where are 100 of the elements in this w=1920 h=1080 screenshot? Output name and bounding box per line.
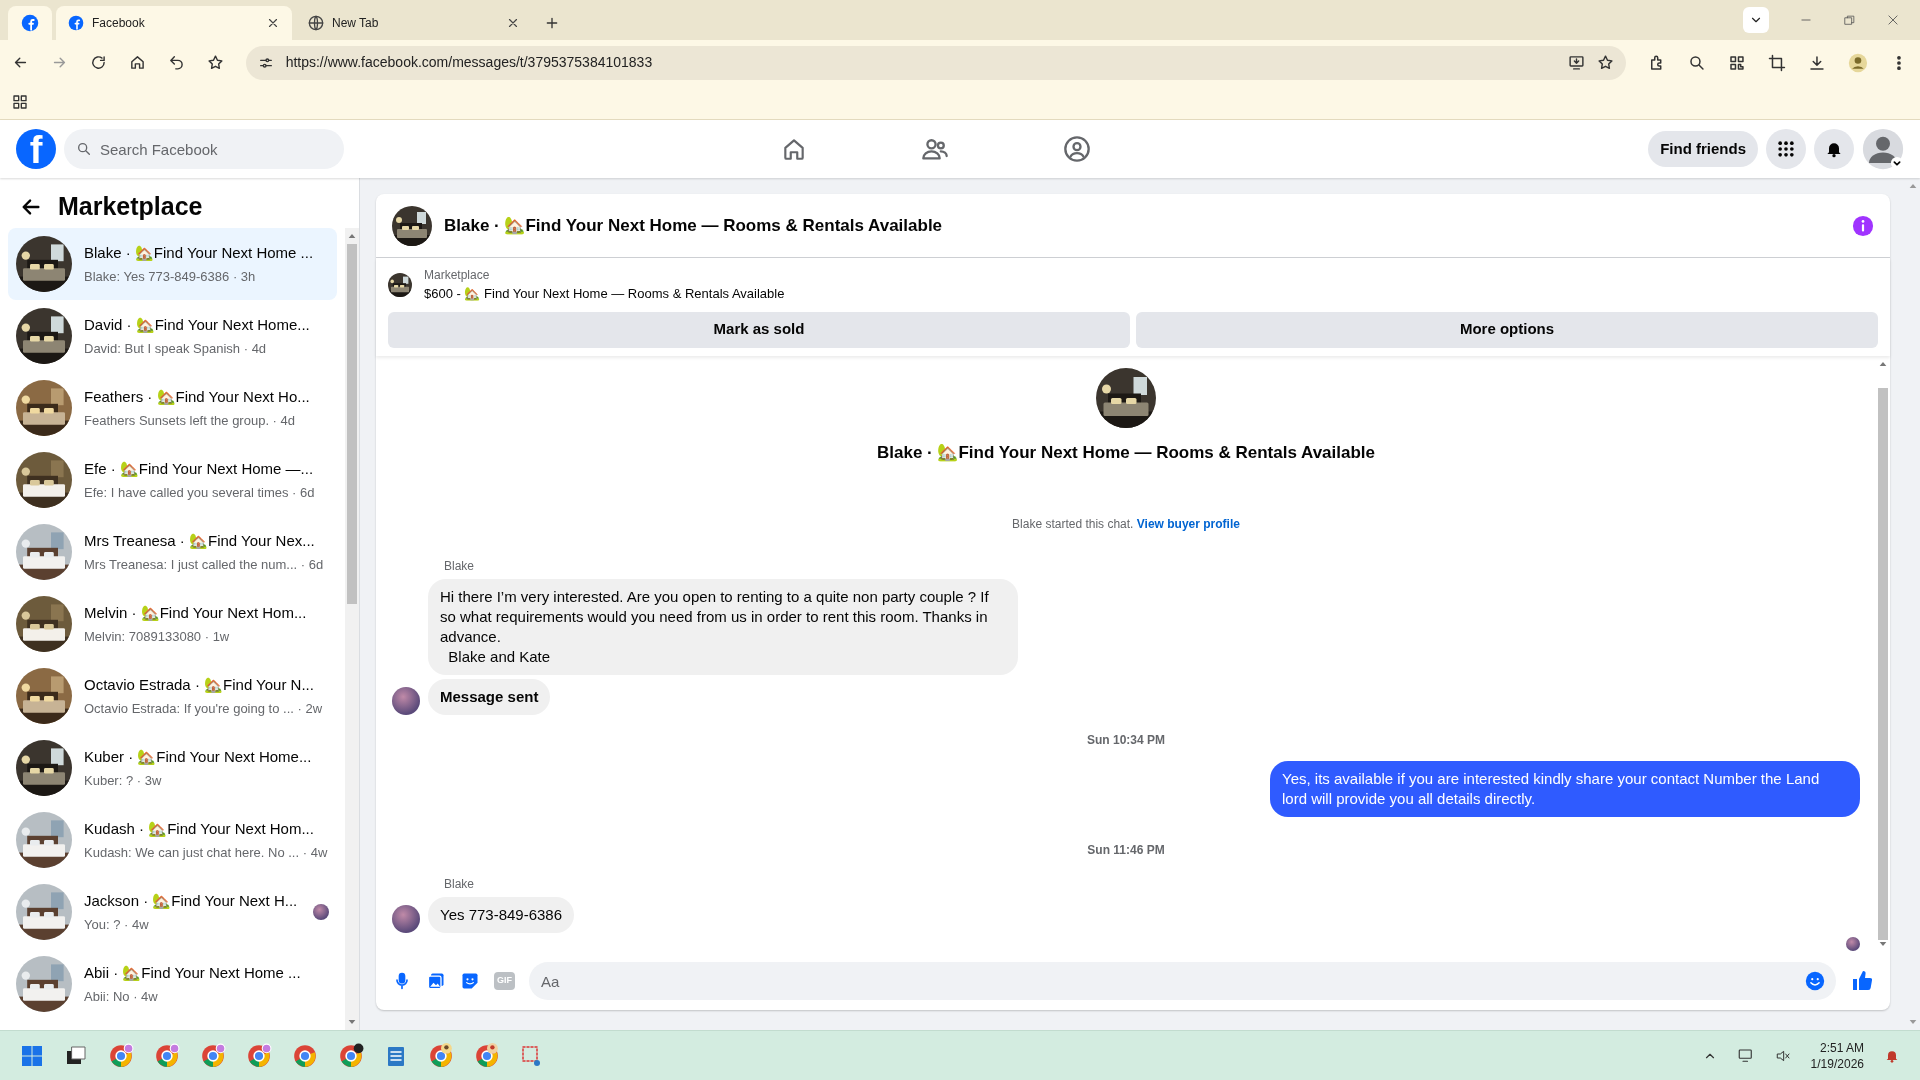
menu-button[interactable] — [1766, 129, 1806, 169]
message-bubble: Yes 773-849-6386 — [428, 897, 575, 933]
message-preview: Kudash: We can just chat here. No ... · 4w — [84, 844, 329, 862]
close-icon[interactable] — [1886, 13, 1900, 27]
undo-icon[interactable] — [167, 54, 185, 71]
emoji-icon[interactable] — [1804, 970, 1826, 992]
conversation-name: Efe · 🏡Find Your Next Home —... — [84, 458, 315, 479]
conversation-name: Blake · 🏡Find Your Next Home ... — [84, 242, 315, 263]
conversation-name: Kuber · 🏡Find Your Next Home... — [84, 746, 313, 767]
clock-time[interactable]: 2:51 AM — [1819, 1039, 1864, 1056]
crop-icon[interactable] — [1768, 53, 1787, 72]
sticker-icon[interactable] — [460, 971, 480, 991]
message-preview: David: But I speak Spanish · 4d — [84, 340, 268, 358]
timestamp: Sun 11:46 PM — [1087, 842, 1165, 859]
scroll-down-icon[interactable] — [348, 1018, 356, 1026]
info-icon[interactable] — [1852, 214, 1874, 237]
conversation-name: Feathers · 🏡Find Your Next Ho... — [84, 386, 311, 407]
find-friends-button[interactable]: Find friends — [1648, 131, 1758, 167]
conversation-item[interactable]: Jackson · 🏡Find Your Next H... You: ? · 4w — [8, 876, 337, 948]
message-input[interactable]: Aa — [529, 962, 1836, 1000]
install-app-icon[interactable] — [1568, 54, 1586, 71]
conversation-name: Octavio Estrada · 🏡Find Your N... — [84, 674, 315, 695]
star-icon[interactable] — [206, 54, 224, 71]
scroll-down-icon[interactable] — [1909, 1018, 1917, 1026]
conversation-item[interactable]: David · 🏡Find Your Next Home... David: But I speak Spanish · 4d — [8, 300, 337, 372]
grid-icon — [1776, 139, 1796, 159]
home-icon[interactable] — [128, 54, 146, 71]
globe-icon — [308, 15, 324, 31]
view-buyer-profile-link[interactable]: View buyer profile — [1136, 517, 1240, 531]
conversation-item[interactable]: Blake · 🏡Find Your Next Home ... Blake: Yes 773-849-6386 · 3h — [8, 228, 337, 300]
apps-icon[interactable] — [12, 94, 28, 110]
conversation-title: Blake · 🏡Find Your Next Home — Rooms & Rentals Available — [444, 214, 944, 237]
message-preview: Octavio Estrada: If you're going to ... · 2w — [84, 700, 324, 718]
facebook-logo[interactable]: f — [16, 129, 56, 169]
search-field[interactable]: Search Facebook — [64, 129, 344, 169]
message-bubble: Yes, its available if you are interested kindly share your contact Number the Land lord will provide you all details directly. — [1270, 761, 1860, 817]
conversation-name: Melvin · 🏡Find Your Next Hom... — [84, 602, 308, 623]
photo-icon[interactable] — [426, 971, 446, 991]
message-preview: Feathers Sunsets left the group. · 4d — [84, 412, 296, 430]
profile-icon[interactable] — [1848, 52, 1869, 73]
thumbs-up-icon[interactable] — [1850, 969, 1874, 993]
message-preview: Blake: Yes 773-849-6386 · 3h — [84, 268, 257, 286]
conversation-name: Jackson · 🏡Find Your Next H... — [84, 890, 299, 911]
close-icon[interactable] — [266, 16, 280, 30]
conversation-item[interactable]: Kudash · 🏡Find Your Next Hom... Kudash: We can just chat here. No ... · 4w — [8, 804, 337, 876]
conversation-item[interactable]: Melvin · 🏡Find Your Next Hom... Melvin: 7089133080 · 1w — [8, 588, 337, 660]
scroll-up-icon[interactable] — [1909, 182, 1917, 190]
browser-tab[interactable]: Facebook — [56, 6, 292, 40]
sender-name: Blake — [444, 876, 476, 893]
message-preview: Abii: No · 4w — [84, 988, 159, 1006]
download-icon[interactable] — [1808, 53, 1827, 72]
scrollbar-thumb[interactable] — [1878, 387, 1888, 940]
conversation-name: Mrs Treanesa · 🏡Find Your Nex... — [84, 530, 316, 551]
sender-name: Blake — [444, 558, 476, 575]
message-preview: You: ? · 4w — [84, 916, 150, 934]
star-icon[interactable] — [1597, 54, 1615, 71]
search-icon — [76, 141, 92, 157]
facebook-icon — [68, 15, 84, 31]
conversation-name: Kudash · 🏡Find Your Next Hom... — [84, 818, 315, 839]
conversation-item[interactable]: Kuber · 🏡Find Your Next Home... Kuber: ? · 3w — [8, 732, 337, 804]
conversation-name: Abii · 🏡Find Your Next Home ... — [84, 962, 302, 983]
scrollbar-thumb[interactable] — [347, 244, 357, 604]
mark-as-sold-button[interactable]: Mark as sold — [388, 311, 1130, 348]
search-icon[interactable] — [1688, 53, 1707, 72]
browser-tab[interactable]: New Tab — [296, 6, 532, 40]
qr-code-icon[interactable] — [1728, 53, 1747, 72]
message-preview: Kuber: ? · 3w — [84, 772, 163, 790]
conversation-name: David · 🏡Find Your Next Home... — [84, 314, 311, 335]
restore-icon[interactable] — [1843, 13, 1856, 27]
network-icon[interactable] — [1736, 1046, 1755, 1065]
close-icon[interactable] — [506, 16, 520, 30]
back-icon[interactable] — [20, 196, 42, 218]
message-bubble: Message sent — [428, 679, 551, 715]
profile-icon[interactable] — [1862, 128, 1904, 170]
chat-notice: Blake started this chat. View buyer profile — [1011, 516, 1241, 533]
notifications-button[interactable] — [1814, 129, 1854, 169]
clock-date[interactable]: 1/19/2026 — [1810, 1055, 1864, 1072]
message-preview: Melvin: 7089133080 · 1w — [84, 628, 231, 646]
timestamp: Sun 10:34 PM — [1087, 732, 1165, 749]
message-bubble: Hi there I’m very interested. Are you open to renting to a quite non party couple ? If so what requirements would you need from us in order to rent this room. Thanks in advance. Blake and Kate — [428, 579, 1018, 675]
facebook-icon[interactable] — [21, 14, 39, 32]
conversation-item[interactable]: Feathers · 🏡Find Your Next Ho... Feathers Sunsets left the group. · 4d — [8, 372, 337, 444]
conversation-item[interactable]: Abii · 🏡Find Your Next Home ... Abii: No · 4w — [8, 948, 337, 1020]
url-text: https://www.facebook.com/messages/t/3795375384101833 — [285, 53, 654, 72]
listing-detail[interactable]: $600 - 🏡 Find Your Next Home — Rooms & Rentals Available — [424, 284, 785, 304]
more-options-button[interactable]: More options — [1136, 311, 1878, 348]
listing-label: Marketplace — [424, 267, 491, 284]
conversation-item[interactable]: Mrs Treanesa · 🏡Find Your Nex... Mrs Treanesa: I just called the num... · 6d — [8, 516, 337, 588]
scroll-up-icon[interactable] — [348, 232, 356, 240]
groups-icon[interactable] — [1063, 135, 1092, 163]
conversation-item[interactable]: Octavio Estrada · 🏡Find Your N... Octavio Estrada: If you're going to ... · 2w — [8, 660, 337, 732]
address-bar[interactable]: https://www.facebook.com/messages/t/3795375384101833 — [245, 45, 1627, 80]
browser-icon[interactable] — [338, 1042, 364, 1069]
new-tab-icon[interactable] — [544, 15, 560, 31]
conversation-item[interactable]: Efe · 🏡Find Your Next Home —... Efe: I have called you several times · 6d — [8, 444, 337, 516]
message-preview: Efe: I have called you several times · 6d — [84, 484, 316, 502]
sidebar-title: Marketplace — [58, 191, 203, 223]
message-preview: Mrs Treanesa: I just called the num... · 6d — [84, 556, 325, 574]
windows-start-icon[interactable] — [20, 1043, 44, 1068]
reload-icon[interactable] — [89, 54, 107, 71]
